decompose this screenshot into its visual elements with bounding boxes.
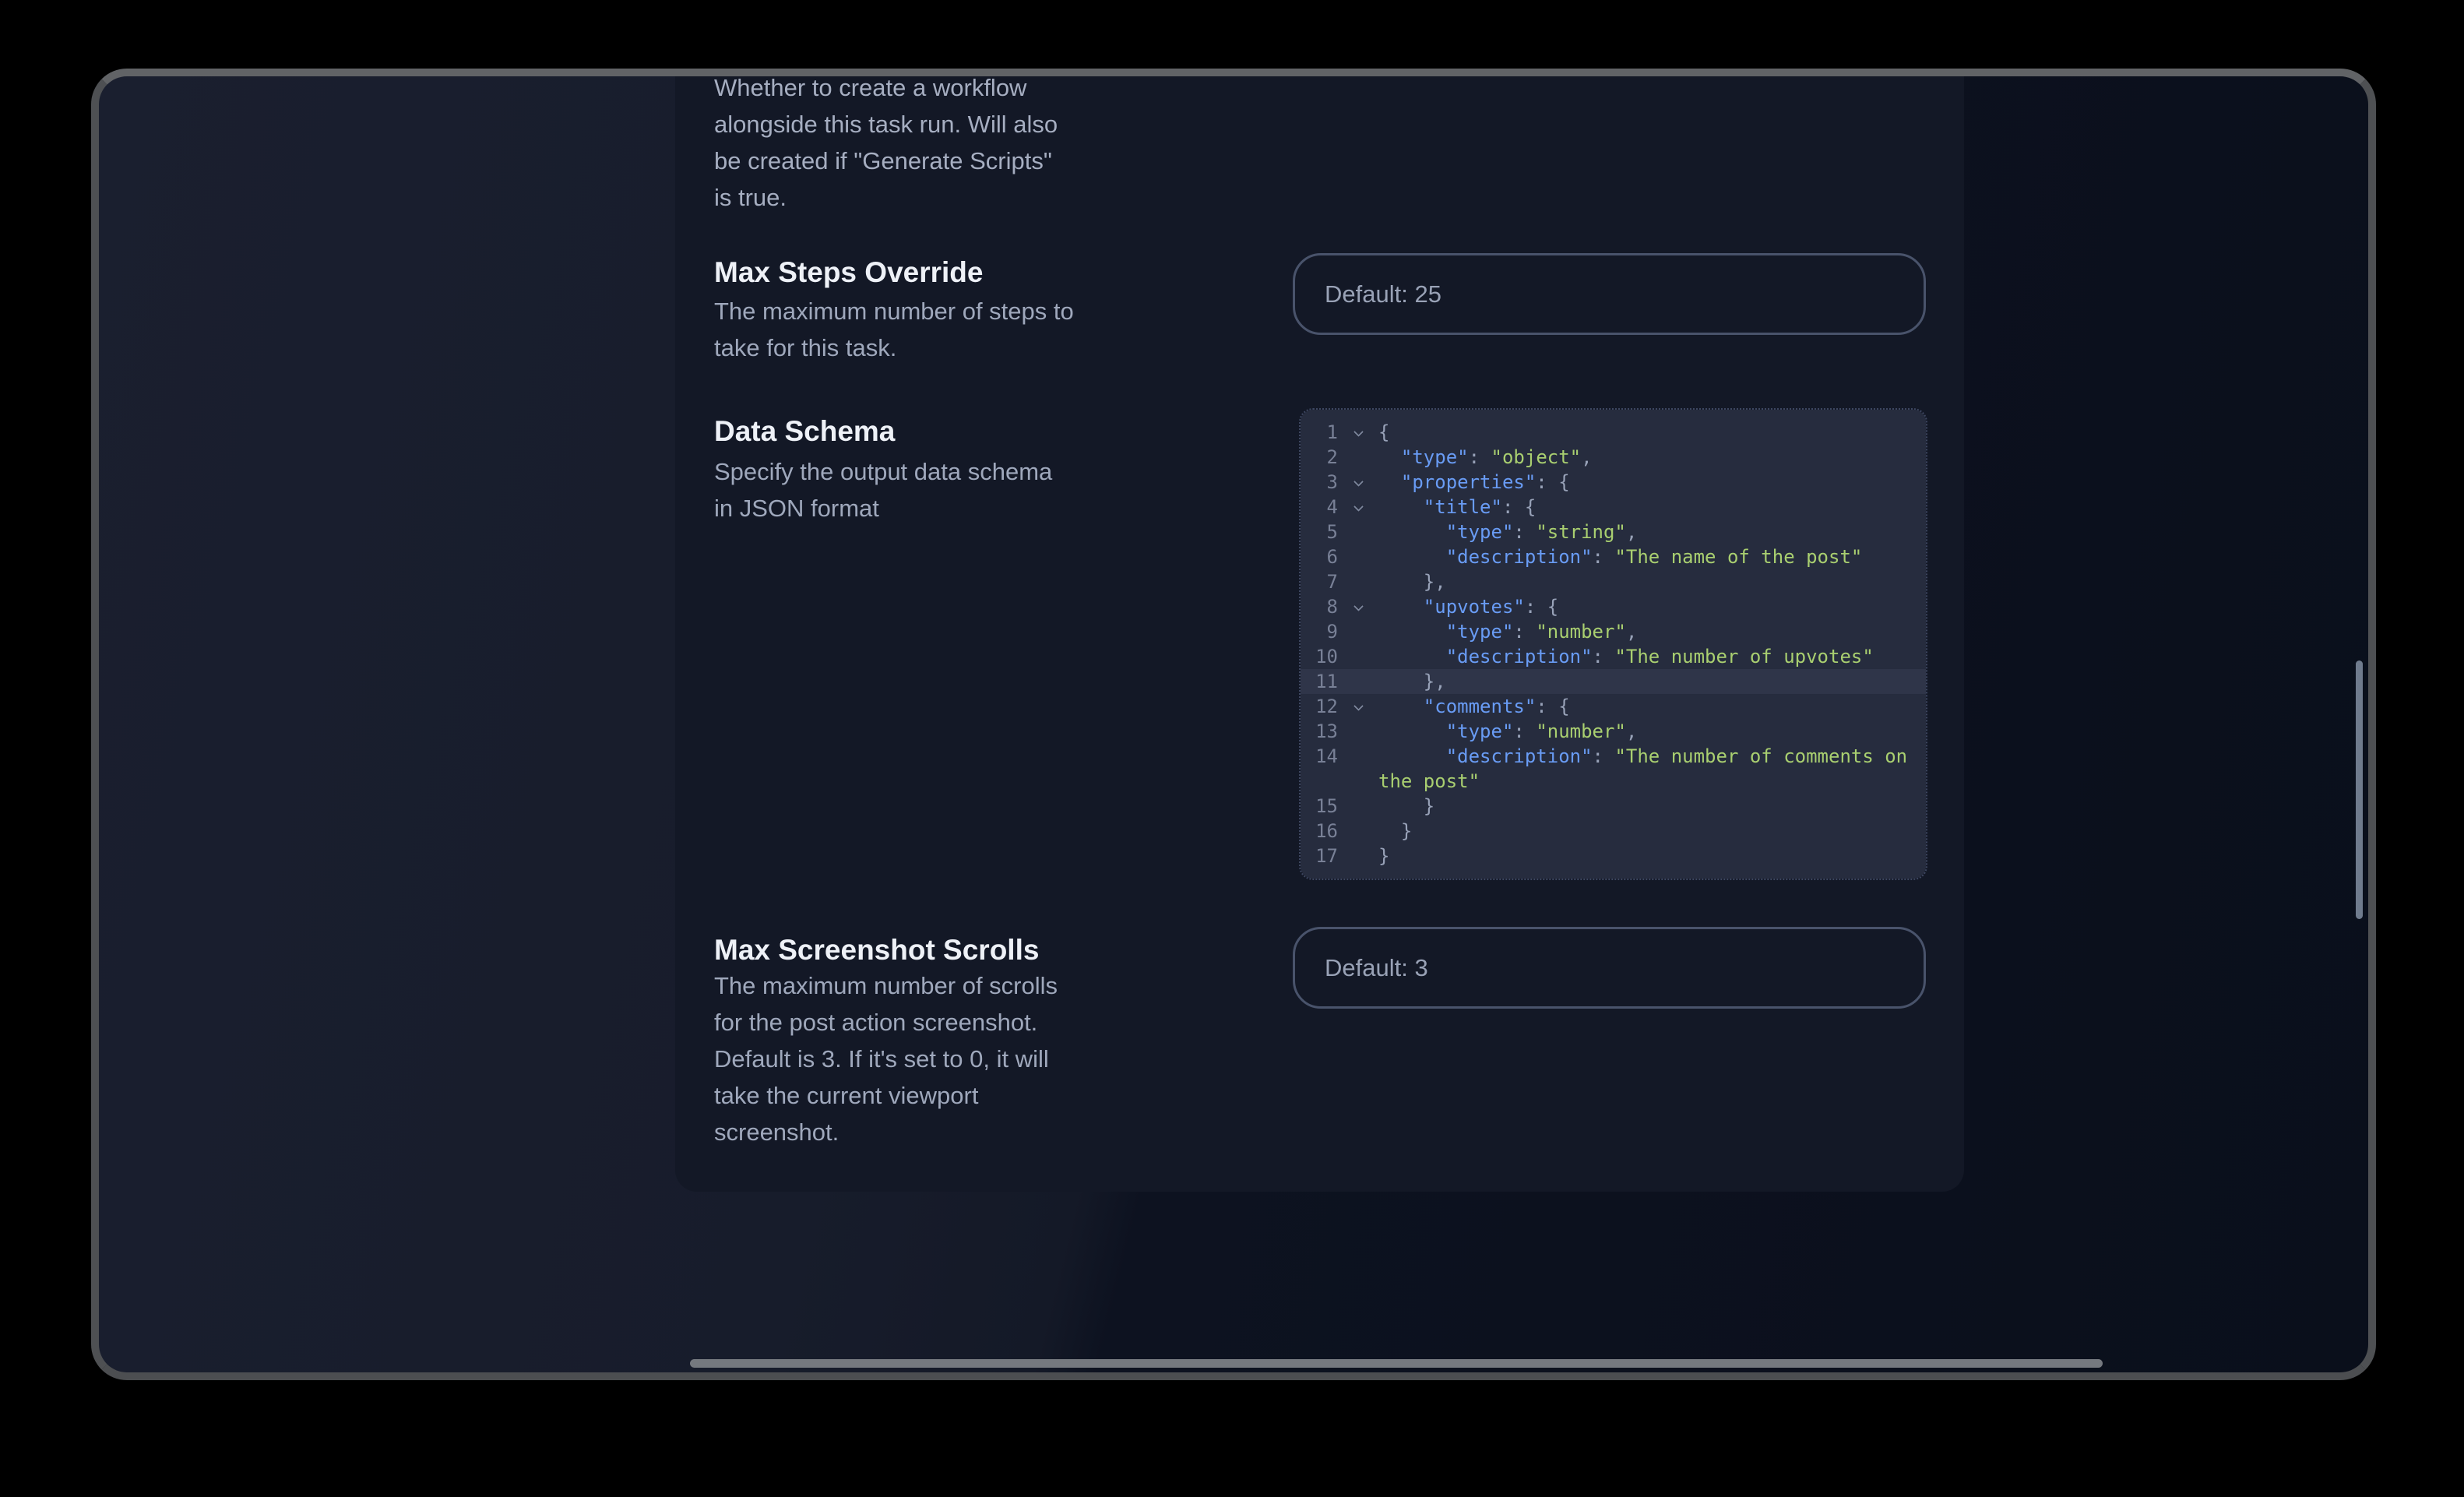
chevron-down-icon[interactable] (1353, 601, 1364, 611)
line-number: 4 (1301, 495, 1338, 520)
line-number: 17 (1301, 844, 1338, 868)
fold-gutter (1338, 669, 1378, 678)
code-line: 9 "type": "number", (1301, 619, 1926, 644)
horizontal-scrollbar-thumb[interactable] (690, 1359, 2103, 1368)
vertical-scrollbar-thumb[interactable] (2356, 660, 2363, 919)
code-line: 8 "upvotes": { (1301, 594, 1926, 619)
data-schema-description: Specify the output data schema in JSON f… (714, 453, 1197, 527)
code-line-text: } (1378, 819, 1914, 844)
fold-gutter (1338, 619, 1378, 628)
chevron-down-icon[interactable] (1353, 502, 1364, 512)
code-line: 15 } (1301, 794, 1926, 819)
line-number: 6 (1301, 544, 1338, 569)
code-line-text: "title": { (1378, 495, 1914, 520)
code-line-text: }, (1378, 569, 1914, 594)
fold-gutter (1338, 445, 1378, 453)
fold-gutter (1338, 794, 1378, 802)
line-number: 16 (1301, 819, 1338, 844)
chevron-down-icon[interactable] (1353, 477, 1364, 487)
fold-gutter (1338, 644, 1378, 653)
fold-gutter (1338, 520, 1378, 528)
code-line-text: "description": "The number of comments o… (1378, 744, 1914, 794)
create-workflow-description: Whether to create a workflow alongside t… (714, 69, 1181, 216)
code-line-text: "properties": { (1378, 470, 1914, 495)
line-number: 12 (1301, 694, 1338, 719)
code-line-text: "comments": { (1378, 694, 1914, 719)
max-steps-input[interactable] (1293, 253, 1926, 335)
max-steps-label: Max Steps Override (714, 255, 1197, 290)
fold-gutter (1338, 719, 1378, 727)
line-number: 8 (1301, 594, 1338, 619)
code-line: 4 "title": { (1301, 495, 1926, 520)
code-editor-lines: 1{2 "type": "object",3 "properties": {4 … (1301, 420, 1926, 868)
code-line-text: "type": "number", (1378, 719, 1914, 744)
code-line: 3 "properties": { (1301, 470, 1926, 495)
code-line: 14 "description": "The number of comment… (1301, 744, 1926, 794)
line-number: 5 (1301, 520, 1338, 544)
max-screenshot-scrolls-label: Max Screenshot Scrolls (714, 933, 1197, 967)
data-schema-code-editor[interactable]: 1{2 "type": "object",3 "properties": {4 … (1301, 410, 1926, 879)
fold-gutter (1338, 569, 1378, 578)
code-line-text: "type": "object", (1378, 445, 1914, 470)
code-line: 2 "type": "object", (1301, 445, 1926, 470)
code-line: 1{ (1301, 420, 1926, 445)
fold-gutter (1338, 844, 1378, 852)
max-screenshot-scrolls-input[interactable] (1293, 927, 1926, 1009)
code-line: 5 "type": "string", (1301, 520, 1926, 544)
chevron-down-icon[interactable] (1353, 427, 1364, 437)
code-line: 13 "type": "number", (1301, 719, 1926, 744)
code-line-text: }, (1378, 669, 1914, 694)
code-line-text: { (1378, 420, 1914, 445)
code-line-text: "upvotes": { (1378, 594, 1914, 619)
fold-gutter (1338, 694, 1378, 710)
line-number: 3 (1301, 470, 1338, 495)
line-number: 15 (1301, 794, 1338, 819)
fold-gutter (1338, 819, 1378, 827)
code-line-text: "type": "string", (1378, 520, 1914, 544)
line-number: 13 (1301, 719, 1338, 744)
code-line: 6 "description": "The name of the post" (1301, 544, 1926, 569)
fold-gutter (1338, 495, 1378, 510)
line-number: 10 (1301, 644, 1338, 669)
fold-gutter (1338, 544, 1378, 553)
max-steps-description: The maximum number of steps to take for … (714, 293, 1197, 366)
max-screenshot-scrolls-description: The maximum number of scrolls for the po… (714, 967, 1197, 1150)
fold-gutter (1338, 470, 1378, 485)
device-display-frame: Whether to create a workflow alongside t… (91, 69, 2376, 1380)
line-number: 7 (1301, 569, 1338, 594)
code-line-text: } (1378, 844, 1914, 868)
code-line: 16 } (1301, 819, 1926, 844)
code-line: 10 "description": "The number of upvotes… (1301, 644, 1926, 669)
code-line: 7 }, (1301, 569, 1926, 594)
line-number: 11 (1301, 669, 1338, 694)
code-line-text: "type": "number", (1378, 619, 1914, 644)
code-line: 17} (1301, 844, 1926, 868)
chevron-down-icon[interactable] (1353, 701, 1364, 711)
fold-gutter (1338, 420, 1378, 435)
fold-gutter (1338, 594, 1378, 610)
line-number: 9 (1301, 619, 1338, 644)
code-line-text: } (1378, 794, 1914, 819)
app-screen: Whether to create a workflow alongside t… (99, 76, 2368, 1372)
code-line-text: "description": "The name of the post" (1378, 544, 1914, 569)
code-line: 11 }, (1301, 669, 1926, 694)
line-number: 2 (1301, 445, 1338, 470)
line-number: 1 (1301, 420, 1338, 445)
fold-gutter (1338, 744, 1378, 752)
data-schema-label: Data Schema (714, 414, 1197, 449)
code-line-text: "description": "The number of upvotes" (1378, 644, 1914, 669)
line-number: 14 (1301, 744, 1338, 769)
code-line: 12 "comments": { (1301, 694, 1926, 719)
